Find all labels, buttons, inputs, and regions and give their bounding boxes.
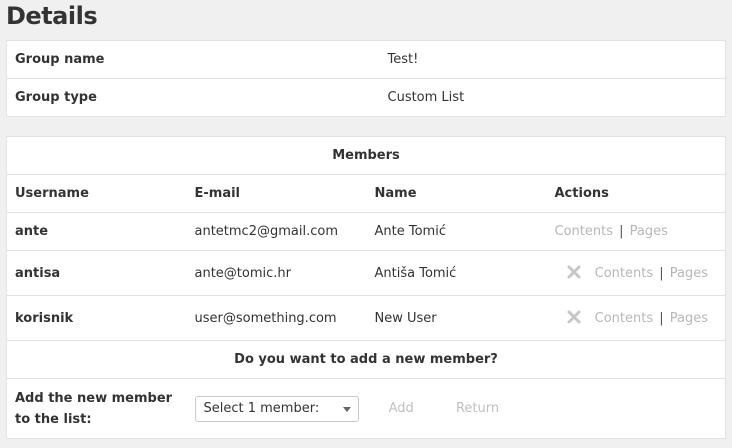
table-row: antisa ante@tomic.hr Antiša Tomić Conten… [6, 250, 726, 296]
col-username: Username [15, 186, 89, 201]
member-username: ante [15, 224, 49, 239]
details-row: Group type Custom List [6, 78, 726, 117]
contents-link[interactable]: Contents [595, 311, 653, 326]
col-actions: Actions [554, 186, 609, 201]
contents-link[interactable]: Contents [555, 224, 613, 239]
details-table: Group name Test! Group type Custom List [6, 40, 726, 117]
pages-link[interactable]: Pages [670, 311, 708, 326]
page-title: Details [6, 2, 98, 30]
member-select-value: Select 1 member: [203, 400, 320, 416]
action-separator: | [659, 310, 664, 326]
group-type-label: Group type [15, 90, 97, 105]
group-name-label: Group name [15, 52, 105, 67]
add-member-label: Add the new member to the list: [15, 390, 173, 427]
member-email: ante@tomic.hr [194, 265, 292, 281]
pages-link[interactable]: Pages [630, 224, 668, 239]
members-header-row: Username E-mail Name Actions [6, 174, 726, 213]
member-name: Ante Tomić [374, 224, 446, 239]
col-name: Name [374, 186, 417, 201]
member-name: Antiša Tomić [374, 265, 457, 281]
table-row: korisnik user@something.com New User Con… [6, 295, 726, 341]
members-table: Members Username E-mail Name Actions ant… [6, 136, 726, 439]
add-member-question: Do you want to add a new member? [234, 352, 498, 367]
member-actions: Contents | Pages [547, 251, 726, 296]
chevron-down-icon [342, 406, 351, 412]
member-username: korisnik [15, 310, 74, 326]
members-title: Members [332, 148, 400, 163]
add-member-row: Add the new member to the list: Select 1… [6, 378, 726, 439]
group-name-value: Test! [387, 52, 419, 67]
member-name: New User [374, 310, 437, 326]
member-select[interactable]: Select 1 member: [194, 395, 359, 422]
member-email: user@something.com [194, 310, 337, 326]
add-member-question-row: Do you want to add a new member? [6, 340, 726, 379]
group-type-value: Custom List [387, 90, 465, 105]
member-email: antetmc2@gmail.com [194, 224, 338, 239]
page: Details Group name Test! Group type Cust… [0, 0, 732, 448]
delete-icon[interactable] [567, 265, 581, 279]
members-title-row: Members [7, 137, 726, 175]
member-actions: Contents | Pages [547, 296, 726, 341]
details-row: Group name Test! [7, 41, 726, 79]
add-button[interactable]: Add [389, 401, 414, 416]
col-email: E-mail [194, 186, 241, 201]
table-row: ante antetmc2@gmail.com Ante Tomić Conte… [6, 212, 726, 251]
action-separator: | [659, 265, 664, 281]
add-member-controls: Select 1 member: Add Return [187, 379, 726, 439]
contents-link[interactable]: Contents [595, 266, 653, 281]
pages-link[interactable]: Pages [670, 266, 708, 281]
member-actions: Contents | Pages [547, 213, 726, 251]
member-username: antisa [15, 265, 61, 281]
action-separator: | [619, 224, 624, 239]
return-button[interactable]: Return [456, 401, 499, 416]
delete-icon[interactable] [567, 310, 581, 324]
